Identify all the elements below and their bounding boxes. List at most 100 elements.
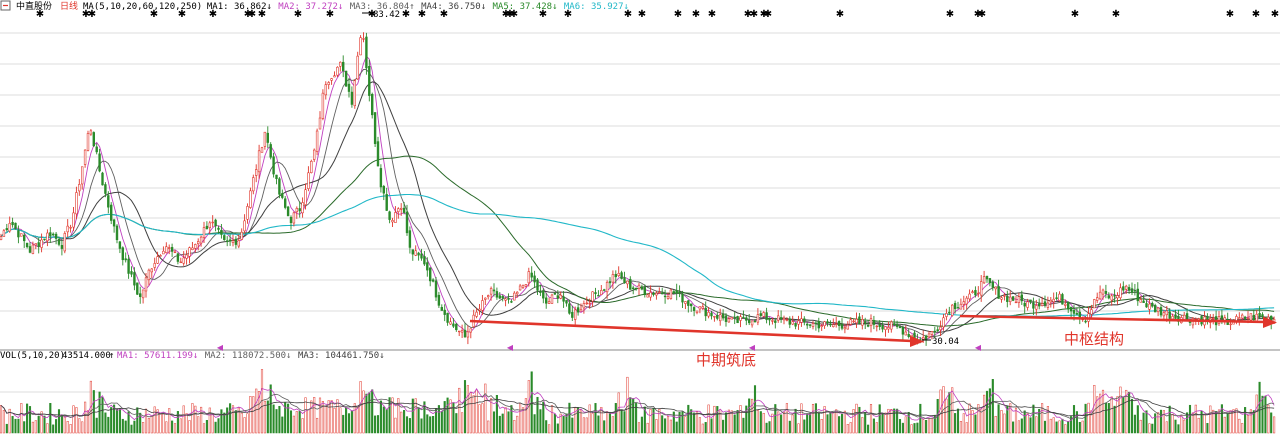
volume-bar [869, 404, 873, 434]
volume-bar [780, 414, 783, 434]
volume-bar [46, 423, 49, 434]
candle-body [1017, 296, 1021, 303]
volume-bar [179, 418, 182, 434]
candle-body [344, 70, 348, 87]
volume-bar [611, 416, 614, 434]
candle-body [629, 278, 632, 290]
volume-bar [675, 421, 678, 434]
candle-body [631, 287, 635, 290]
candle-body [1008, 296, 1012, 303]
volume-bar [791, 414, 794, 434]
candle-body [782, 317, 786, 321]
candle-body [858, 316, 861, 324]
volume-bar [562, 416, 565, 434]
high-label: 83.42 [373, 10, 400, 20]
candle-body [588, 302, 591, 305]
volume-bar [57, 409, 61, 434]
candle-body [837, 321, 841, 326]
candle-body [547, 301, 551, 304]
candle-body [692, 307, 696, 311]
candle-body [985, 275, 989, 280]
candle-body [1130, 288, 1134, 293]
candle-body [1142, 300, 1145, 303]
volume-bar [78, 418, 81, 434]
volume-bar [298, 411, 301, 434]
candle-body [666, 296, 670, 299]
candlestick-chart[interactable]: ✱ ✱✱ ✱ ✱ ✱ ✱✱ ✱ ✱ ✱ ✱ ✱ ✱ ✱ ✱✱✱ ✱ ✱ ✱ ✱ ✱ ✱ ✱ ✱✱ ✱✱ ✱ ✱ ✱✱ ✱ ✱ ✱ ✱ ✱◀ ◀… [0, 0, 1280, 437]
candle-body [475, 311, 478, 317]
candle-body [66, 225, 69, 233]
volume-bar [17, 418, 20, 434]
candle-body [443, 309, 446, 315]
volume-bar [461, 412, 464, 434]
volume-bar [347, 413, 351, 434]
volume-bar [1241, 423, 1244, 434]
candle-body [492, 289, 496, 292]
volume-bar [339, 407, 342, 434]
volume-bar [884, 412, 887, 434]
candle-body [359, 37, 362, 56]
volume-bar [403, 410, 406, 434]
candle-body [179, 261, 182, 264]
volume-arrow: ↑ [109, 351, 114, 361]
candle-body [31, 244, 35, 254]
candle-body [1093, 299, 1096, 309]
volume-bar [1000, 410, 1003, 434]
candle-body [310, 160, 313, 173]
volume-bar [304, 397, 307, 434]
candle-body [69, 227, 72, 229]
candle-body [405, 211, 409, 234]
candle-body [756, 314, 760, 323]
volume-ma-legend-1: MA1: 57611.199↓ [117, 351, 198, 361]
volume-bar [579, 409, 583, 434]
candle-body [576, 307, 580, 313]
candle-body [843, 327, 847, 330]
candle-body [162, 250, 165, 255]
candle-body [220, 229, 223, 235]
candle-body [811, 323, 815, 327]
candle-body [518, 285, 522, 291]
candle-body [971, 291, 974, 293]
candle-body [750, 320, 754, 326]
candle-body [921, 337, 925, 340]
candle-body [1119, 287, 1122, 299]
volume-bar [1061, 418, 1064, 434]
candle-body [34, 243, 38, 246]
candle-body [539, 291, 542, 293]
candle-body [1220, 315, 1224, 319]
candle-body [428, 267, 432, 282]
volume-bar [640, 416, 643, 434]
volume-bar [617, 392, 620, 434]
volume-bar [60, 415, 63, 434]
candle-body [391, 220, 394, 223]
candle-body [176, 253, 180, 262]
volume-bar [956, 408, 960, 434]
candle-body [1136, 288, 1140, 302]
candle-body [228, 239, 232, 242]
volume-bar [400, 411, 403, 434]
candle-body [1006, 295, 1009, 302]
candle-body [652, 292, 655, 295]
volume-bar [1078, 421, 1081, 434]
ma-title: MA(5,10,20,60,120,250) [83, 2, 202, 12]
volume-bar [919, 403, 922, 434]
candle-body [49, 232, 52, 237]
candle-body [243, 220, 246, 232]
candle-body [1159, 307, 1163, 316]
volume-bar [255, 388, 258, 434]
candle-body [263, 131, 267, 147]
volume-bar [350, 410, 353, 434]
candle-body [1107, 295, 1111, 299]
candle-body [933, 330, 937, 333]
volume-bar [623, 411, 626, 434]
candle-body [579, 308, 583, 312]
volume-bar [1209, 405, 1212, 434]
volume-bar [382, 406, 385, 434]
volume-bar [1261, 395, 1264, 434]
volume-bar [484, 383, 487, 434]
volume-bar [840, 413, 844, 434]
volume-bar [800, 403, 803, 434]
candle-body [83, 149, 87, 165]
candle-body [205, 225, 209, 230]
volume-bar [84, 401, 87, 434]
